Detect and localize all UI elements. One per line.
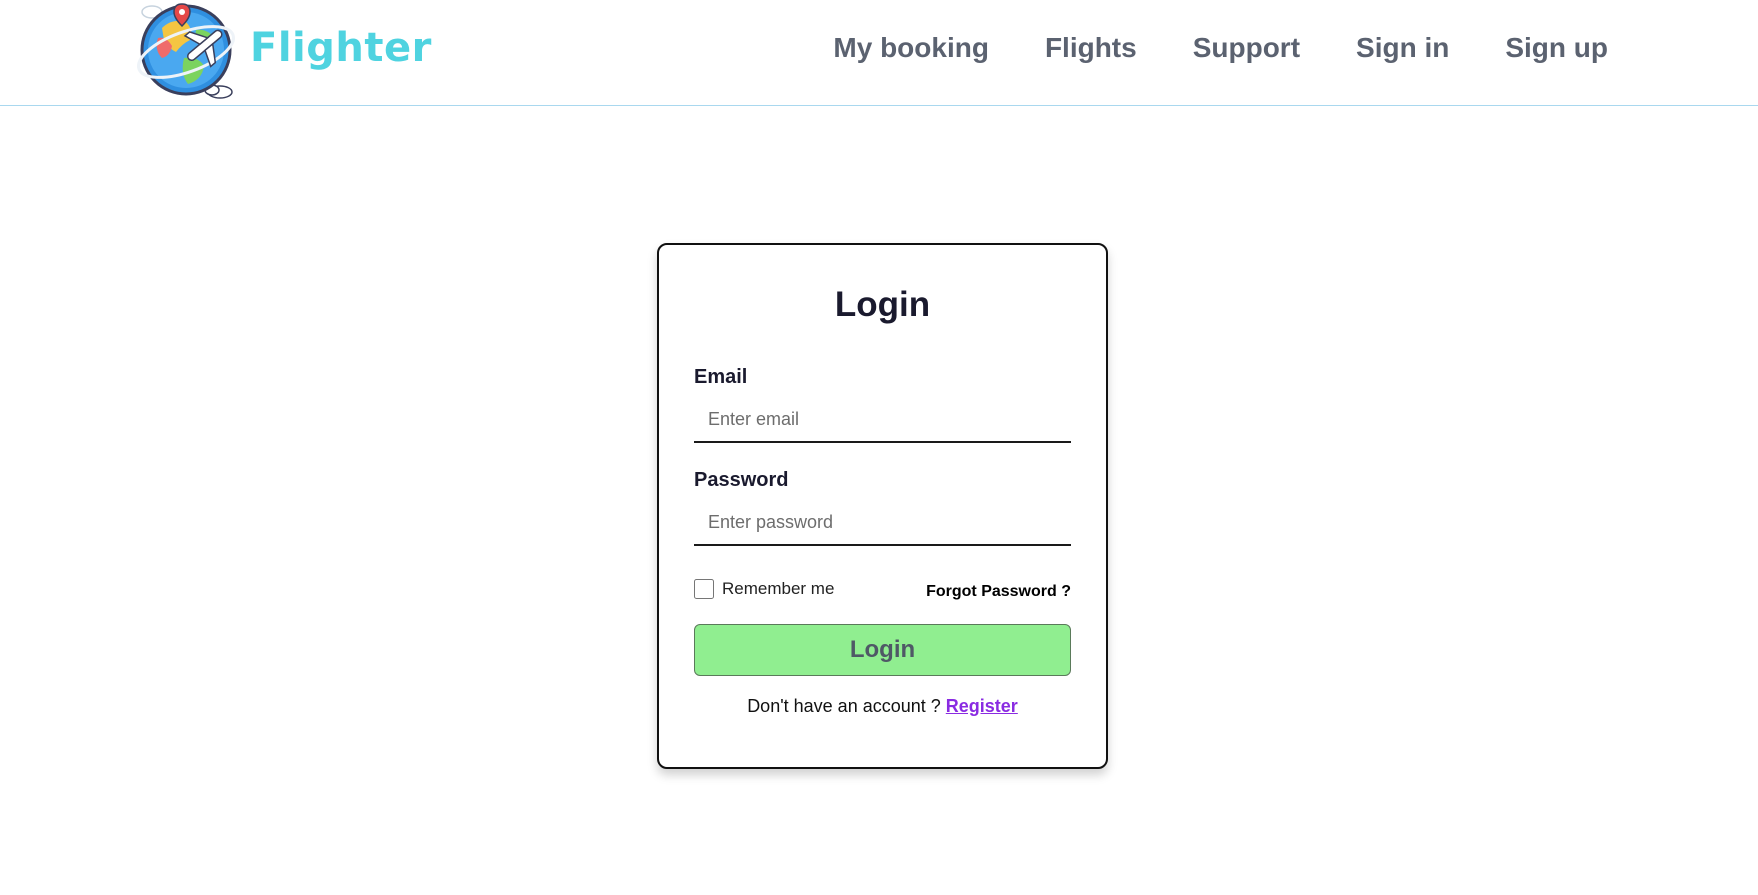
top-navbar: Flighter My booking Flights Support Sign… — [0, 0, 1758, 106]
email-field[interactable] — [694, 397, 1071, 443]
register-row: Don't have an account ? Register — [694, 696, 1071, 717]
password-field[interactable] — [694, 500, 1071, 546]
globe-airplane-logo-icon — [137, 3, 235, 99]
password-label: Password — [694, 469, 789, 491]
nav-support[interactable]: Support — [1193, 32, 1300, 64]
remember-me-group: Remember me — [694, 579, 834, 599]
remember-me-checkbox[interactable] — [694, 579, 714, 599]
register-link[interactable]: Register — [946, 696, 1018, 716]
brand-link[interactable]: Flighter — [132, 0, 432, 100]
login-title: Login — [834, 285, 931, 324]
login-button[interactable]: Login — [694, 624, 1071, 676]
register-prompt: Don't have an account ? — [747, 696, 941, 716]
brand-name: Flighter — [250, 25, 432, 71]
nav-sign-up[interactable]: Sign up — [1505, 32, 1608, 64]
login-card: Login Email Password Remember me Forgot … — [657, 243, 1108, 769]
email-label: Email — [694, 366, 748, 388]
forgot-password-link[interactable]: Forgot Password ? — [926, 583, 1071, 601]
nav-flights[interactable]: Flights — [1045, 32, 1137, 64]
login-options-row: Remember me Forgot Password ? — [694, 576, 1071, 602]
main-nav: My booking Flights Support Sign in Sign … — [833, 0, 1608, 96]
remember-me-label[interactable]: Remember me — [722, 579, 834, 599]
nav-sign-in[interactable]: Sign in — [1356, 32, 1449, 64]
nav-my-booking[interactable]: My booking — [833, 32, 989, 64]
